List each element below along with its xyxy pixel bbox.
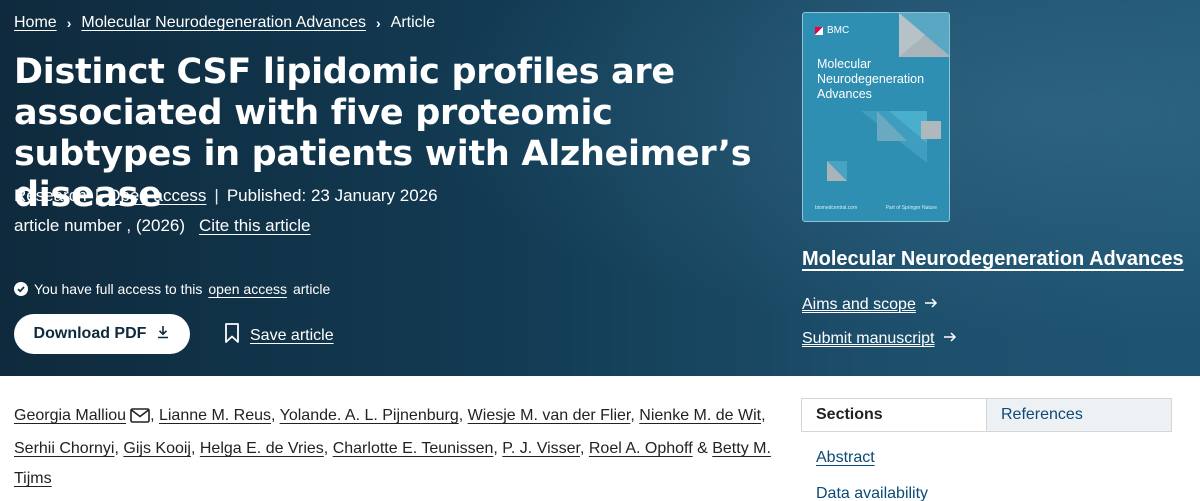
author-link[interactable]: Roel A. Ophoff [589, 440, 693, 457]
check-circle-icon [14, 282, 28, 296]
author-link[interactable]: Lianne M. Reus [159, 407, 271, 424]
cover-title: Molecular Neurodegeneration Advances [817, 57, 925, 101]
author-list: Georgia Malliou, Lianne M. Reus, Yolande… [14, 401, 774, 494]
cover-pattern [827, 13, 949, 181]
author-separator: , [150, 407, 155, 424]
author-separator: , [493, 440, 498, 457]
author-link[interactable]: Charlotte E. Teunissen [333, 440, 494, 457]
breadcrumb-home[interactable]: Home [14, 14, 57, 32]
access-suffix: article [292, 281, 331, 297]
cover-footer-left: biomedcentral.com [815, 205, 858, 211]
author-link[interactable]: Nienke M. de Wit [639, 407, 761, 424]
author-link[interactable]: Serhii Chornyi [14, 440, 114, 457]
author-separator: , [323, 440, 329, 457]
article-number: article number , (2026) [14, 216, 186, 235]
author-separator: , [271, 407, 276, 424]
published-date: Published: 23 January 2026 [226, 186, 438, 205]
access-notice: You have full access to this open access… [14, 281, 330, 297]
journal-cover[interactable]: BMC Molecular Neurodegeneration Advances… [802, 12, 950, 222]
download-pdf-button[interactable]: Download PDF [14, 314, 190, 354]
author-link[interactable]: Yolande. A. L. Pijnenburg [280, 407, 459, 424]
download-pdf-label: Download PDF [33, 325, 147, 342]
bmc-logo-icon [815, 26, 823, 35]
bookmark-icon [224, 322, 240, 349]
author-link[interactable]: P. J. Visser [502, 440, 580, 457]
section-link-data-availability[interactable]: Data availability [816, 485, 928, 501]
open-access-link[interactable]: Open access [107, 186, 206, 206]
author-link[interactable]: Georgia Malliou [14, 407, 126, 424]
save-article-label: Save article [250, 326, 334, 344]
cover-brand: BMC [815, 25, 849, 36]
tab-references[interactable]: References [987, 399, 1171, 431]
divider: | [214, 186, 219, 205]
section-link-abstract[interactable]: Abstract [816, 449, 875, 467]
tab-sections[interactable]: Sections [802, 399, 987, 431]
submit-manuscript-link[interactable]: Submit manuscript [802, 330, 957, 348]
article-citation-row: article number , (2026) Cite this articl… [14, 216, 311, 236]
access-open-access-link[interactable]: open access [208, 281, 287, 297]
journal-name-link[interactable]: Molecular Neurodegeneration Advances [802, 248, 1184, 271]
chevron-right-icon: › [375, 15, 381, 31]
cover-footer-right: Part of Springer Nature [885, 205, 937, 211]
save-article-button[interactable]: Save article [224, 322, 334, 349]
author-separator: , [761, 407, 766, 424]
divider: | [94, 186, 100, 205]
aims-label: Aims and scope [802, 296, 916, 313]
author-separator: , [579, 440, 585, 457]
mail-icon[interactable] [130, 404, 150, 434]
cite-article-link[interactable]: Cite this article [199, 216, 310, 236]
breadcrumb: Home › Molecular Neurodegeneration Advan… [14, 14, 435, 32]
chevron-right-icon: › [66, 15, 72, 31]
author-separator: , [458, 407, 464, 424]
author-separator: , [190, 440, 196, 457]
arrow-right-icon [943, 330, 957, 348]
access-prefix: You have full access to this [34, 281, 203, 297]
download-icon [156, 325, 170, 344]
sidebar-tabs: Sections References [801, 398, 1172, 432]
article-type: Research [14, 186, 87, 205]
article-meta: Research | Open access | Published: 23 J… [14, 186, 438, 206]
aims-and-scope-link[interactable]: Aims and scope [802, 296, 938, 314]
author-separator: , [630, 407, 635, 424]
cover-brand-text: BMC [827, 25, 850, 36]
breadcrumb-journal[interactable]: Molecular Neurodegeneration Advances [81, 14, 366, 32]
author-separator: , [114, 440, 119, 457]
author-link[interactable]: Wiesje M. van der Flier [468, 407, 631, 424]
author-separator: & [697, 440, 708, 457]
author-link[interactable]: Helga E. de Vries [200, 440, 324, 457]
breadcrumb-current: Article [390, 14, 436, 31]
arrow-right-icon [924, 296, 938, 314]
author-link[interactable]: Gijs Kooij [123, 440, 191, 457]
submit-label: Submit manuscript [802, 330, 935, 347]
